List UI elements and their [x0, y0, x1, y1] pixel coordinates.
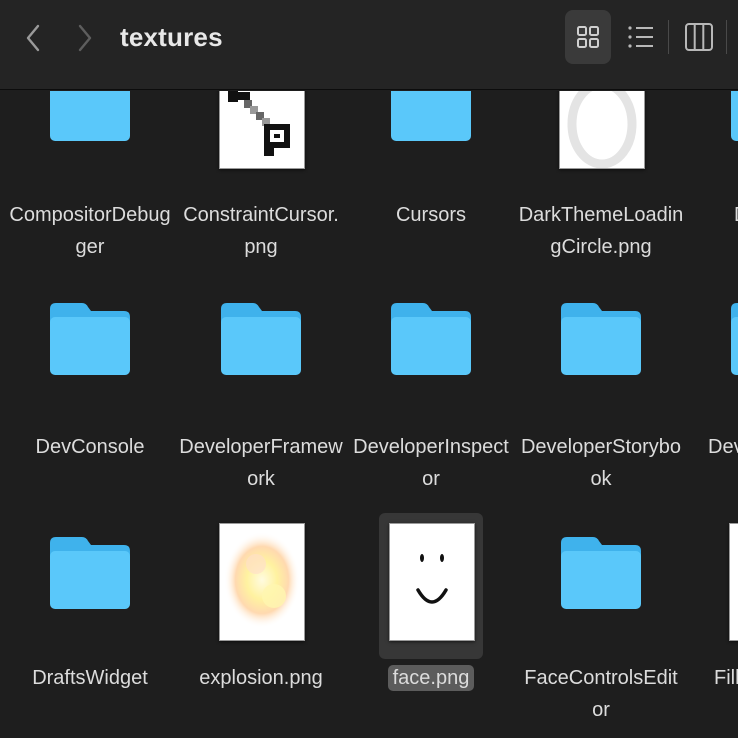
grid-item-label: DeveloperStorybo ok: [520, 436, 682, 490]
folder-icon: [391, 91, 471, 141]
file-thumbnail: [719, 513, 738, 659]
grid-item-label: explosion.png: [199, 667, 323, 689]
toolbar-divider: [726, 20, 727, 54]
toolbar-divider: [668, 20, 669, 54]
icon-view-button[interactable]: [565, 10, 611, 64]
folder-icon: [731, 303, 738, 375]
folder-icon: [391, 303, 471, 375]
folder-icon: [50, 91, 130, 141]
window-title: textures: [120, 22, 223, 52]
grid-item-label: Dev: [708, 436, 738, 458]
constraint-cursor-thumbnail: [209, 91, 313, 169]
grid-item-label: DevConsole: [35, 436, 145, 458]
list-icon: [628, 26, 653, 48]
grid-item-label: FaceControlsEdit or: [524, 667, 678, 721]
column-view-button[interactable]: [676, 10, 722, 64]
explosion-thumbnail: [209, 513, 313, 659]
back-button[interactable]: [16, 18, 52, 58]
folder-icon: [50, 537, 130, 609]
toolbar: textures: [0, 0, 738, 90]
folder-icon: [731, 91, 738, 141]
smiley-face-thumbnail: [379, 513, 483, 659]
folder-icon: [221, 303, 301, 375]
chevron-left-icon: [26, 24, 40, 52]
folder-icon: [561, 537, 641, 609]
grid-item-label: DeveloperInspect or: [353, 436, 509, 490]
grid-item-label: DeveloperFramew ork: [179, 436, 343, 490]
folder-icon: [561, 303, 641, 375]
grid-item-label: Cursors: [395, 204, 466, 226]
grid-item-label: DraftsWidget: [32, 667, 148, 689]
grid-item-label: Fill: [714, 667, 738, 689]
folder-icon: [50, 303, 130, 375]
columns-icon: [685, 23, 713, 51]
grid-icon: [577, 26, 599, 48]
grid-item-label: D: [734, 199, 738, 231]
forward-button[interactable]: [68, 18, 104, 58]
list-view-button[interactable]: [618, 10, 664, 64]
grid-item-label: face.png: [346, 662, 516, 694]
file-grid: CompositorDebug ger ConstraintCursor. pn…: [0, 91, 738, 738]
loading-circle-thumbnail: [549, 91, 653, 169]
chevron-right-icon: [78, 24, 92, 52]
